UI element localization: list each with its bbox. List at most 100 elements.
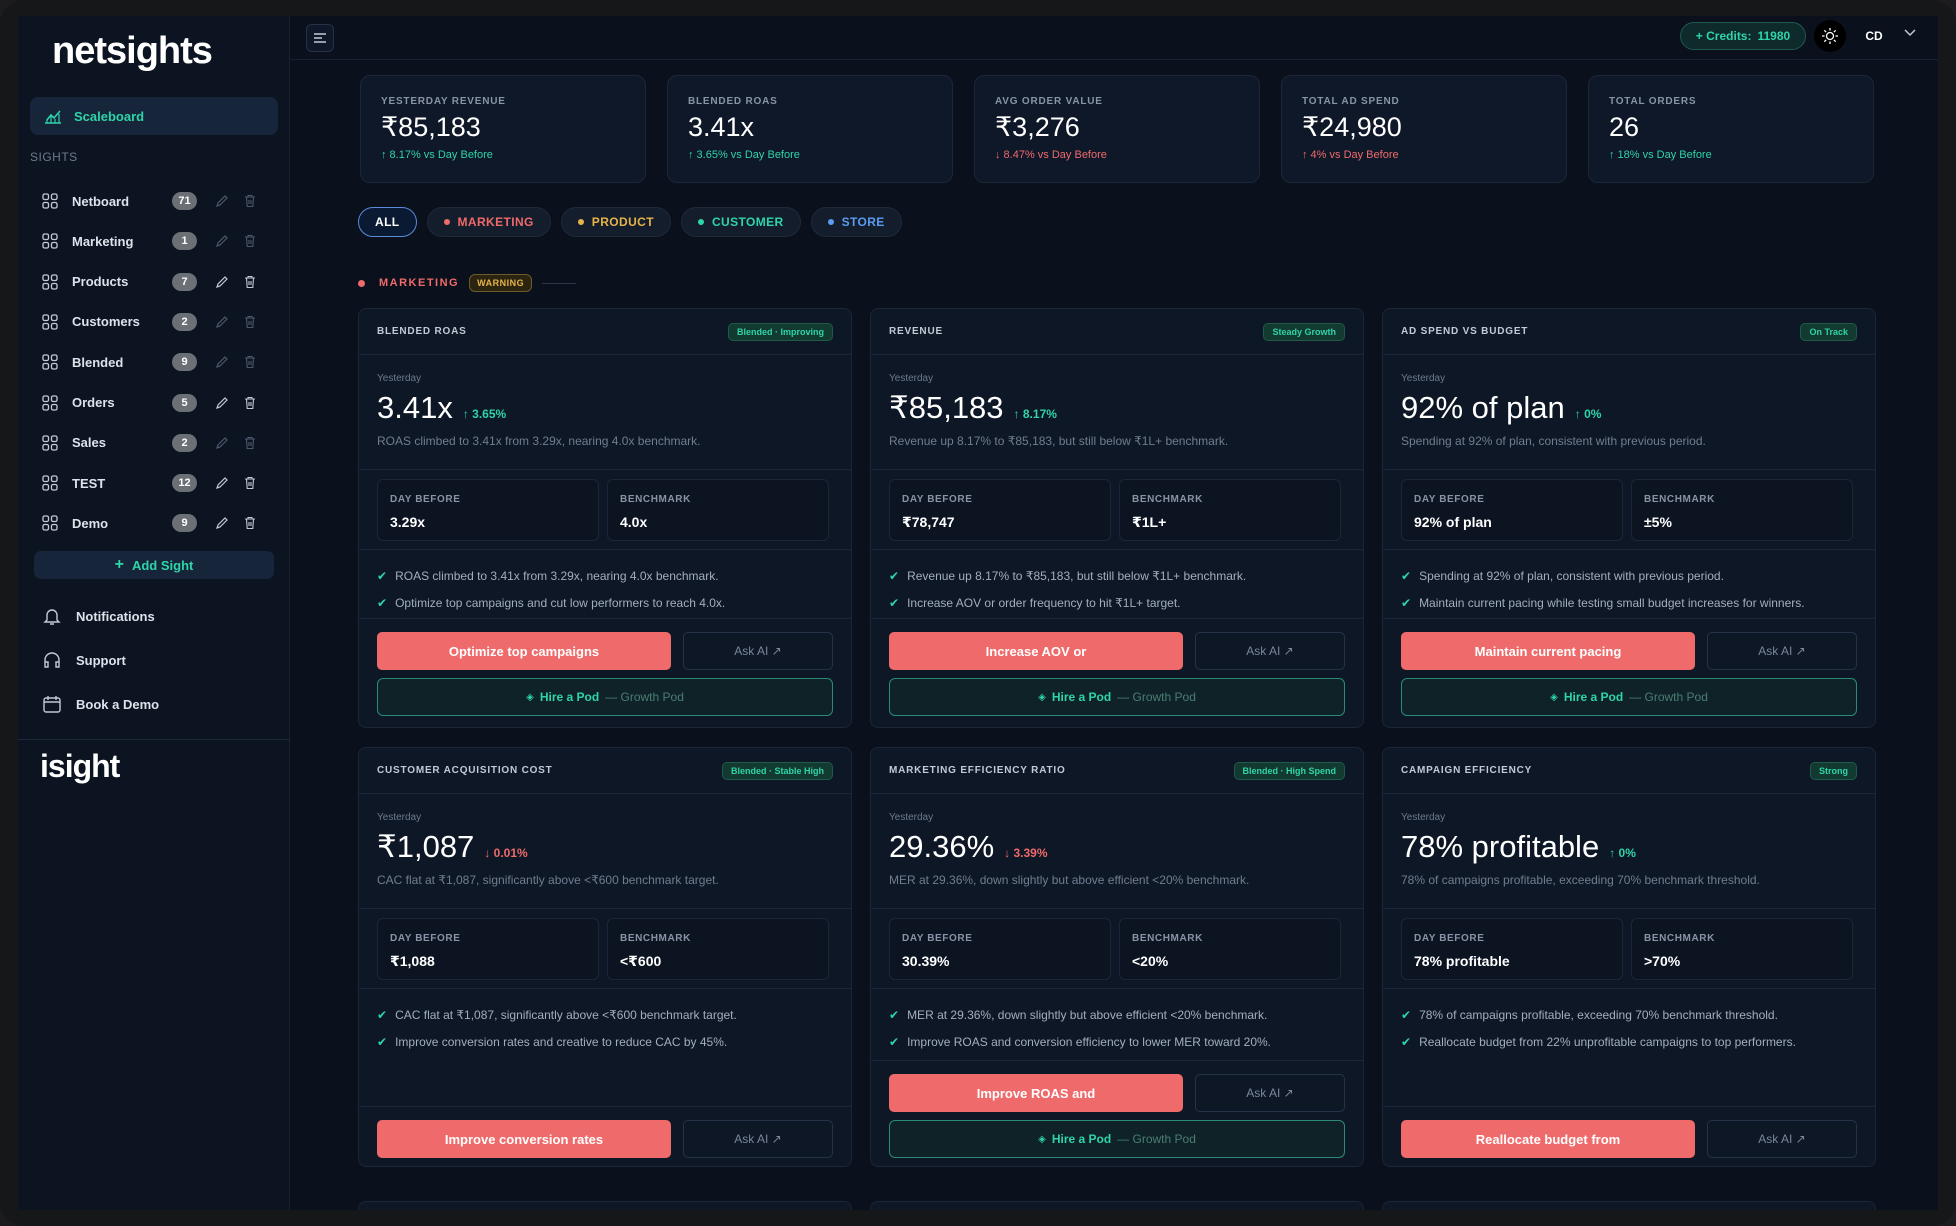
sidebar-item-customers[interactable]: Customers 2 xyxy=(30,302,278,342)
trash-icon[interactable] xyxy=(243,315,257,329)
menu-toggle-button[interactable] xyxy=(306,24,334,52)
filter-marketing[interactable]: MARKETING xyxy=(426,207,551,237)
cta-button[interactable]: Improve conversion rates xyxy=(377,1120,671,1158)
sidebar-item-products[interactable]: Products 7 xyxy=(30,262,278,302)
hire-pod-button[interactable]: ◈ Hire a Pod — Growth Pod xyxy=(889,678,1345,716)
ask-ai-button[interactable]: Ask AI ↗ xyxy=(1195,632,1345,670)
pencil-icon[interactable] xyxy=(215,516,229,530)
sidebar-item-sales[interactable]: Sales 2 xyxy=(30,423,278,463)
menu-icon xyxy=(314,33,326,43)
chevron-down-icon[interactable] xyxy=(1904,29,1916,37)
card-divider xyxy=(871,618,1363,619)
ask-ai-button[interactable]: Ask AI ↗ xyxy=(1707,632,1857,670)
hire-pod-button[interactable]: ◈ Hire a Pod — Growth Pod xyxy=(1401,678,1857,716)
sight-count-badge: 9 xyxy=(172,514,197,533)
benchmark-value: ±5% xyxy=(1644,514,1672,530)
pencil-icon[interactable] xyxy=(215,436,229,450)
ask-ai-button[interactable]: Ask AI ↗ xyxy=(683,632,833,670)
card-title: REVENUE xyxy=(889,326,943,337)
user-avatar[interactable]: CD xyxy=(1858,22,1890,50)
add-sight-button[interactable]: + Add Sight xyxy=(34,551,274,579)
benchmark-label: BENCHMARK xyxy=(1644,933,1715,944)
calendar-icon xyxy=(43,696,61,713)
trash-icon[interactable] xyxy=(243,355,257,369)
trash-icon[interactable] xyxy=(243,234,257,248)
trash-icon[interactable] xyxy=(243,436,257,450)
pencil-icon[interactable] xyxy=(215,355,229,369)
headset-icon xyxy=(44,652,60,668)
sidebar-item-test[interactable]: TEST 12 xyxy=(30,463,278,503)
theme-toggle-button[interactable] xyxy=(1814,20,1846,52)
pencil-icon[interactable] xyxy=(215,194,229,208)
sight-label: Products xyxy=(72,274,129,290)
card-value: 92% of plan xyxy=(1401,390,1565,425)
check-text: Improve conversion rates and creative to… xyxy=(395,1034,728,1049)
warning-badge: WARNING xyxy=(469,274,533,292)
pencil-icon[interactable] xyxy=(215,275,229,289)
sidebar-item-demo[interactable]: Demo 9 xyxy=(30,503,278,543)
nav-scaleboard[interactable]: Scaleboard xyxy=(30,97,278,135)
check-text: Spending at 92% of plan, consistent with… xyxy=(1419,568,1724,583)
filter-store[interactable]: STORE xyxy=(810,207,902,237)
day-before-value: 30.39% xyxy=(902,953,950,969)
sidebar-item-blended[interactable]: Blended 9 xyxy=(30,342,278,382)
insight-checks: ✔ ROAS climbed to 3.41x from 3.29x, neari… xyxy=(359,549,851,616)
insight-card: BLENDED ROAS Blended · Improving Yesterday… xyxy=(358,308,852,728)
hire-pod-button[interactable]: ◈ Hire a Pod — Growth Pod xyxy=(889,1120,1345,1158)
credits-badge[interactable]: + Credits: 11980 xyxy=(1680,22,1806,50)
card-change: ↑ 0% xyxy=(1574,407,1602,421)
card-metric: 3.41x ↑ 3.65% xyxy=(377,390,851,426)
hire-pod-button[interactable]: ◈ Hire a Pod — Growth Pod xyxy=(377,678,833,716)
trash-icon[interactable] xyxy=(243,396,257,410)
sight-count-badge: 2 xyxy=(172,433,197,452)
kpi-card: TOTAL ORDERS 26 ↑ 18% vs Day Before xyxy=(1588,75,1874,183)
sight-label: Orders xyxy=(72,395,115,410)
cta-button[interactable]: Reallocate budget from xyxy=(1401,1120,1695,1158)
sidebar-item-marketing[interactable]: Marketing 1 xyxy=(30,221,278,261)
pencil-icon[interactable] xyxy=(215,234,229,248)
card-divider xyxy=(1383,618,1875,619)
cta-button[interactable]: Optimize top campaigns xyxy=(377,632,671,670)
yesterday-label: Yesterday xyxy=(1401,812,1446,823)
filter-dot xyxy=(827,219,834,225)
nav-notifications[interactable]: Notifications xyxy=(42,606,155,626)
check-icon: ✔ xyxy=(377,1034,388,1049)
trash-icon[interactable] xyxy=(243,194,257,208)
cta-button[interactable]: Improve ROAS and xyxy=(889,1074,1183,1112)
filter-customer[interactable]: CUSTOMER xyxy=(680,207,801,237)
ask-ai-button[interactable]: Ask AI ↗ xyxy=(1707,1120,1857,1158)
check-text: MER at 29.36%, down slightly but above e… xyxy=(907,1007,1268,1022)
yesterday-label: Yesterday xyxy=(377,373,422,384)
check-text: 78% of campaigns profitable, exceeding 7… xyxy=(1419,1007,1778,1022)
insight-card: CUSTOMER ACQUISITION COST Blended · Stabl… xyxy=(358,747,852,1167)
pencil-icon[interactable] xyxy=(215,476,229,490)
card-header: CUSTOMER ACQUISITION COST Blended · Stabl… xyxy=(359,748,851,794)
sight-label: Customers xyxy=(72,314,140,330)
sight-label: Blended xyxy=(72,354,124,370)
cta-button[interactable]: Maintain current pacing xyxy=(1401,632,1695,670)
trash-icon[interactable] xyxy=(243,516,257,530)
kpi-value: ₹3,276 xyxy=(995,112,1080,142)
nav-book-demo[interactable]: Book a Demo xyxy=(42,694,159,714)
grid-icon xyxy=(42,314,58,330)
ask-ai-button[interactable]: Ask AI ↗ xyxy=(683,1120,833,1158)
sidebar-item-orders[interactable]: Orders 5 xyxy=(30,383,278,423)
pencil-icon[interactable] xyxy=(215,315,229,329)
filter-product[interactable]: PRODUCT xyxy=(560,207,671,237)
card-status-tag: Blended · High Spend xyxy=(1233,761,1345,780)
sidebar-item-netboard[interactable]: Netboard 71 xyxy=(30,181,278,221)
card-divider xyxy=(1383,1106,1875,1107)
grid-icon xyxy=(42,394,58,411)
trash-icon[interactable] xyxy=(243,476,257,490)
filter-all[interactable]: ALL xyxy=(358,207,417,237)
cta-button[interactable]: Increase AOV or xyxy=(889,632,1183,670)
insight-card: CAMPAIGN EFFICIENCY Strong Yesterday 78% pr… xyxy=(1382,747,1876,1167)
pencil-icon[interactable] xyxy=(215,396,229,410)
growth-pod-label: — Growth Pod xyxy=(605,690,684,704)
trash-icon[interactable] xyxy=(243,275,257,289)
section-line xyxy=(542,282,577,284)
grid-icon xyxy=(42,354,58,370)
ask-ai-button[interactable]: Ask AI ↗ xyxy=(1195,1074,1345,1112)
nav-support[interactable]: Support xyxy=(42,650,126,670)
card-header: BLENDED ROAS Blended · Improving xyxy=(359,309,851,355)
